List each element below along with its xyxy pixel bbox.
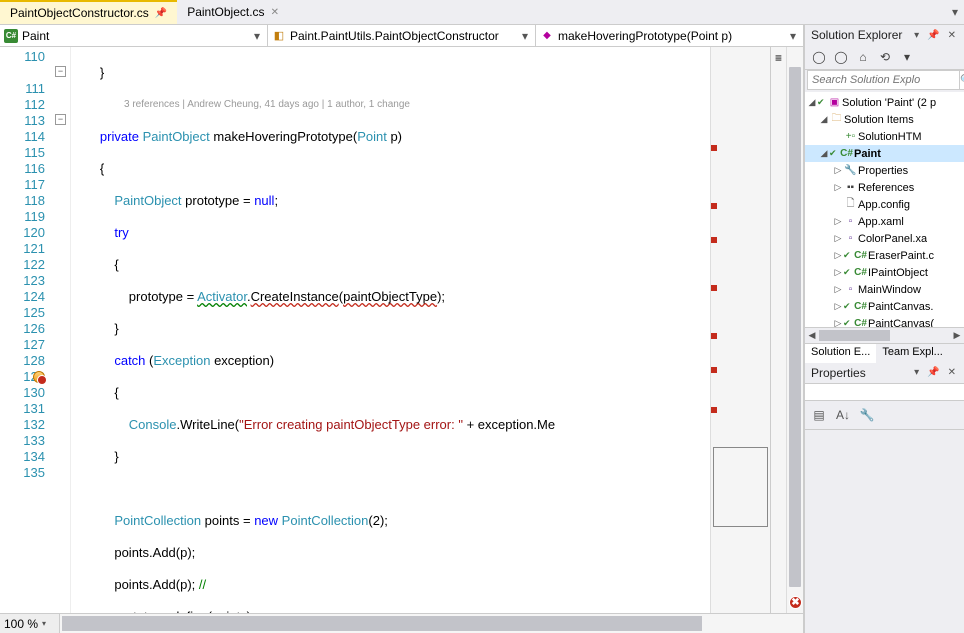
tabs-overflow[interactable]: ▾ xyxy=(946,5,964,19)
tab-active[interactable]: PaintObjectConstructor.cs 📌 xyxy=(0,0,177,24)
solution-explorer-head: Solution Explorer ▾ 📌 ✕ xyxy=(805,25,964,45)
class-icon: ◧ xyxy=(272,29,286,43)
search-input[interactable] xyxy=(807,70,960,90)
nav-scope[interactable]: C# Paint ▾ xyxy=(0,25,268,46)
tab-label: PaintObjectConstructor.cs xyxy=(10,6,149,20)
explorer-bottom-tabs: Solution E... Team Expl... xyxy=(805,343,964,363)
dropdown-icon[interactable]: ▾ xyxy=(912,367,921,378)
csharp-icon: C# xyxy=(4,29,18,43)
back-icon[interactable]: ◯ xyxy=(811,49,827,65)
nav-member[interactable]: ◆ makeHoveringPrototype(Point p) ▾ xyxy=(536,25,803,46)
more-icon[interactable]: ▾ xyxy=(899,49,915,65)
tab-inactive[interactable]: PaintObject.cs ✕ xyxy=(177,0,289,24)
nav-class[interactable]: ◧ Paint.PaintUtils.PaintObjectConstructo… xyxy=(268,25,536,46)
fold-toggle[interactable]: − xyxy=(55,66,66,77)
tree-hscroll[interactable]: ◀▶ xyxy=(805,327,964,343)
tab-solution-explorer[interactable]: Solution E... xyxy=(805,344,876,363)
file-tabs: PaintObjectConstructor.cs 📌 PaintObject.… xyxy=(0,0,964,25)
close-icon[interactable]: ✕ xyxy=(946,30,958,41)
vertical-scrollbar[interactable]: ✖ xyxy=(786,47,803,613)
search-icon[interactable]: 🔍 xyxy=(960,70,964,90)
tab-label: PaintObject.cs xyxy=(187,5,264,19)
explorer-search: 🔍 xyxy=(807,70,962,90)
properties-head: Properties ▾ 📌 ✕ xyxy=(805,363,964,383)
horizontal-scrollbar[interactable] xyxy=(60,614,803,633)
chevron-down-icon: ▾ xyxy=(42,619,46,628)
home-icon[interactable]: ⌂ xyxy=(855,49,871,65)
props-wrench-icon[interactable]: 🔧 xyxy=(857,405,877,425)
codelens: 3 references | Andrew Cheung, 41 days ag… xyxy=(71,97,710,113)
chevron-down-icon: ▾ xyxy=(519,29,531,43)
properties-panel: ▤ A↓ 🔧 xyxy=(805,401,964,633)
sync-icon[interactable]: ⟲ xyxy=(877,49,893,65)
fold-toggle[interactable]: − xyxy=(55,114,66,125)
editor-status: 100 % ▾ xyxy=(0,613,803,633)
explorer-toolbar: ◯ ◯ ⌂ ⟲ ▾ xyxy=(805,45,964,70)
error-indicator-icon[interactable]: ✖ xyxy=(789,596,802,609)
overview-minimap[interactable] xyxy=(710,47,770,613)
error-glyph[interactable] xyxy=(33,371,45,383)
code-editor[interactable]: } 3 references | Andrew Cheung, 41 days … xyxy=(71,47,710,613)
chevron-down-icon: ▾ xyxy=(251,29,263,43)
forward-icon[interactable]: ◯ xyxy=(833,49,849,65)
solution-tree[interactable]: ◢✔▣Solution 'Paint' (2 p ◢🗀Solution Item… xyxy=(805,92,964,327)
line-gutter: 110 111 112 113 114 115 116 117 118 119 … xyxy=(0,47,53,613)
categorize-icon[interactable]: ▤ xyxy=(809,405,829,425)
zoom-level[interactable]: 100 % ▾ xyxy=(0,614,60,633)
method-icon: ◆ xyxy=(540,29,554,43)
chevron-down-icon: ▾ xyxy=(787,29,799,43)
close-icon[interactable]: ✕ xyxy=(271,7,279,18)
sort-az-icon[interactable]: A↓ xyxy=(833,405,853,425)
editor-area: 110 111 112 113 114 115 116 117 118 119 … xyxy=(0,47,803,613)
right-panel: Solution Explorer ▾ 📌 ✕ ◯ ◯ ⌂ ⟲ ▾ 🔍 ◢✔▣S… xyxy=(804,25,964,633)
nav-bar: C# Paint ▾ ◧ Paint.PaintUtils.PaintObjec… xyxy=(0,25,803,47)
pin-icon[interactable]: 📌 xyxy=(155,8,167,19)
dropdown-icon[interactable]: ▾ xyxy=(912,30,921,41)
fold-margin: − − xyxy=(53,47,71,613)
tab-team-explorer[interactable]: Team Expl... xyxy=(876,344,949,363)
properties-selector[interactable] xyxy=(805,383,964,401)
split-handle[interactable]: ≡ xyxy=(770,47,786,613)
close-icon[interactable]: ✕ xyxy=(946,367,958,378)
pin-icon[interactable]: 📌 xyxy=(925,367,941,378)
pin-icon[interactable]: 📌 xyxy=(925,30,941,41)
